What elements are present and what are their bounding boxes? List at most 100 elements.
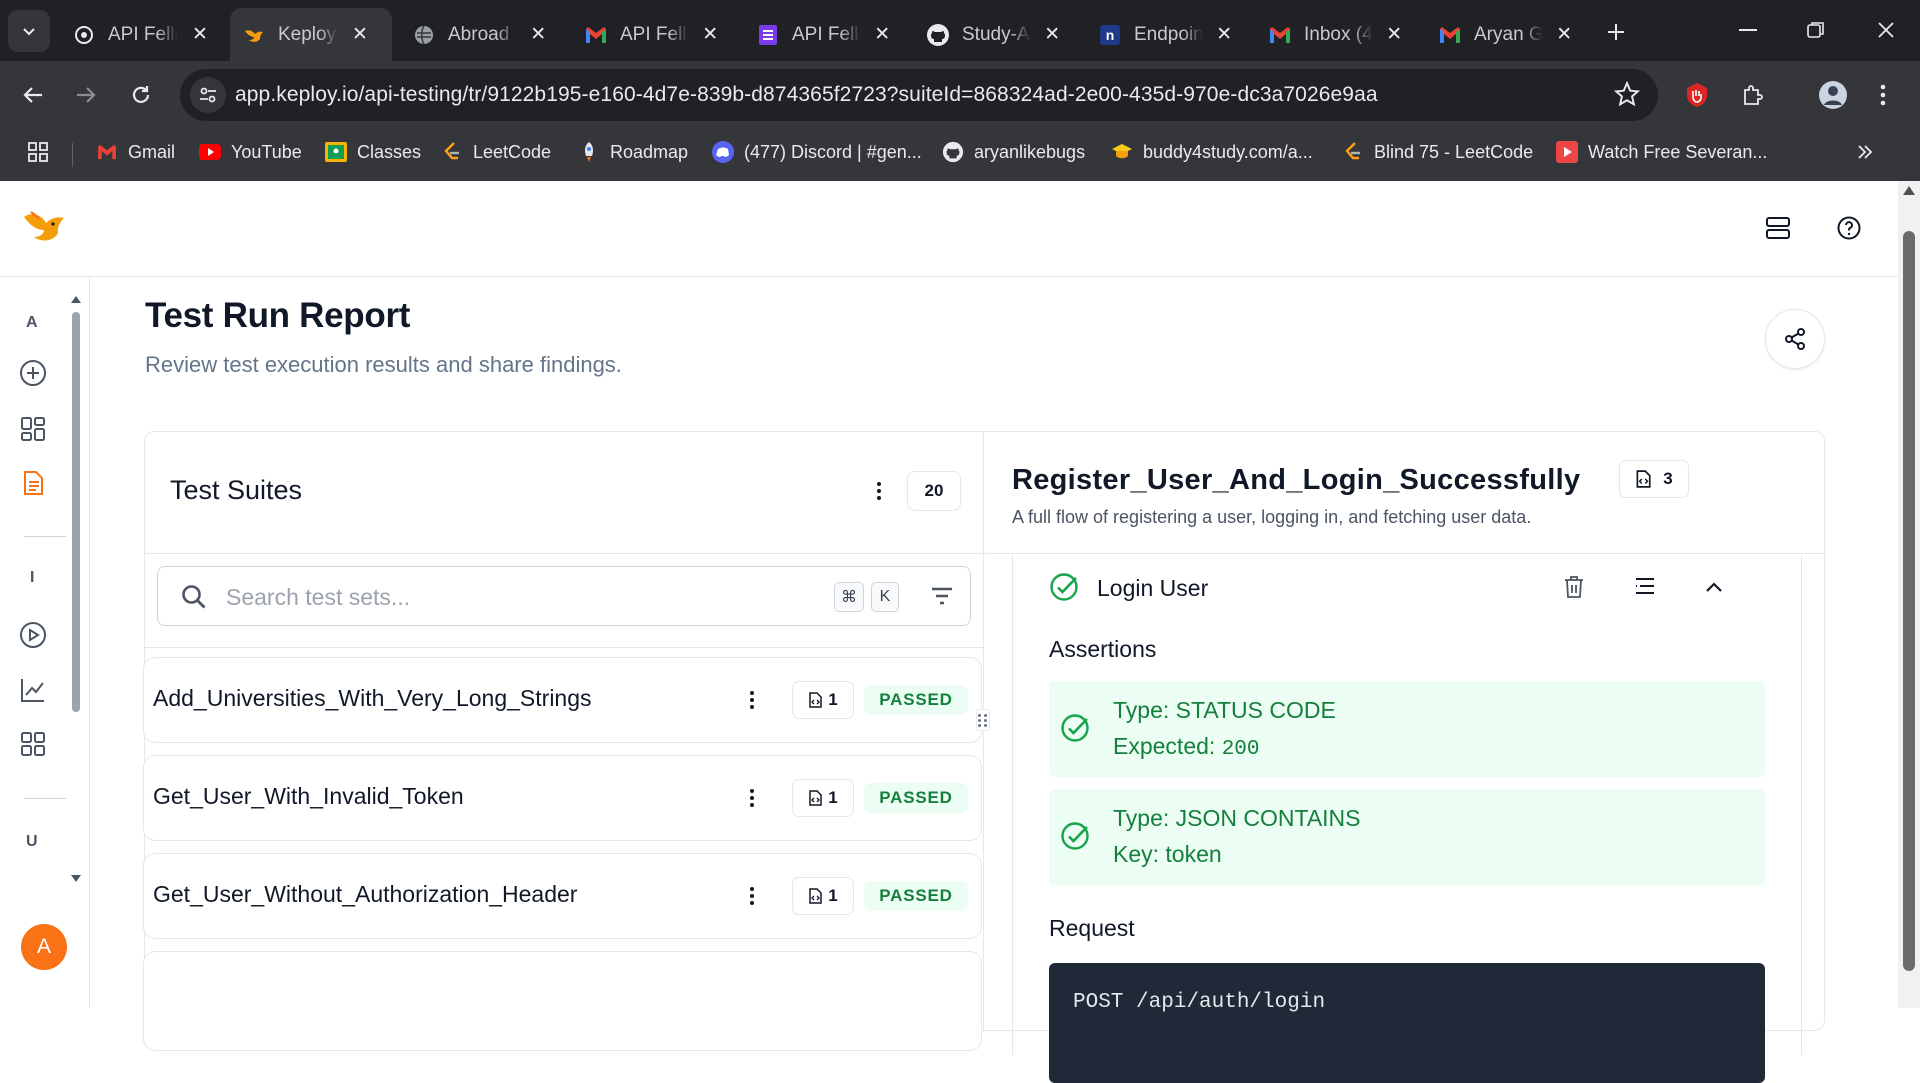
keploy-logo[interactable] <box>20 203 68 256</box>
restore-button[interactable] <box>1790 8 1842 52</box>
discord-icon <box>712 141 734 163</box>
test-suites-panel: Test Suites 20 ⌘ K Add_Universities_With… <box>143 432 990 1051</box>
browser-tab-active[interactable]: Keploy: Ap ✕ <box>230 8 392 61</box>
dashboard-icon[interactable] <box>18 414 48 444</box>
profile-avatar[interactable] <box>1813 75 1853 115</box>
extensions-puzzle-icon[interactable] <box>1733 75 1773 115</box>
apps-grid-icon[interactable] <box>27 141 49 163</box>
arrow-left-icon <box>23 87 42 103</box>
add-circle-icon[interactable] <box>18 358 48 388</box>
file-code-icon <box>809 888 823 904</box>
close-icon[interactable]: ✕ <box>527 23 550 47</box>
bookmark-leetcode[interactable]: LeetCode <box>441 141 551 163</box>
assertion-type: Type: STATUS CODE <box>1113 697 1336 723</box>
sidebar-scrollbar[interactable] <box>71 296 81 882</box>
play-circle-icon[interactable] <box>18 620 48 650</box>
close-icon[interactable]: ✕ <box>1213 23 1236 47</box>
test-suite-row[interactable]: Get_User_Without_Authorization_Header 1 … <box>143 853 982 939</box>
row-more-options-icon[interactable] <box>742 685 762 715</box>
chevron-up-icon[interactable] <box>1705 581 1723 593</box>
close-icon[interactable]: ✕ <box>188 23 212 47</box>
help-icon[interactable] <box>1836 215 1862 246</box>
bookmark-youtube[interactable]: YouTube <box>199 141 302 163</box>
bookmark-classes[interactable]: Classes <box>325 141 421 163</box>
browser-tab[interactable]: Aryan G ✕ <box>1426 8 1588 61</box>
request-code-block[interactable]: POST /api/auth/login <box>1049 963 1765 1083</box>
bookmark-github[interactable]: aryanlikebugs <box>942 141 1085 163</box>
browser-tab[interactable]: Study-Ab ✕ <box>914 8 1076 61</box>
sidebar-section-label: U <box>26 833 38 850</box>
leetcode-icon <box>1342 141 1364 163</box>
list-details-icon[interactable] <box>1634 575 1656 597</box>
apps-grid-icon[interactable] <box>18 729 48 759</box>
back-button[interactable] <box>13 75 53 115</box>
tab-search-button[interactable] <box>8 10 50 52</box>
report-document-icon[interactable] <box>18 468 48 498</box>
bookmark-discord[interactable]: (477) Discord | #gen... <box>712 141 922 163</box>
search-test-sets[interactable]: ⌘ K <box>157 566 971 626</box>
close-icon[interactable]: ✕ <box>699 23 722 47</box>
analytics-chart-icon[interactable] <box>18 675 48 705</box>
minimize-button[interactable] <box>1722 8 1774 52</box>
site-info-icon[interactable] <box>190 77 226 113</box>
browser-tab[interactable]: API Fello ✕ <box>744 8 906 61</box>
user-avatar[interactable]: A <box>21 924 67 970</box>
address-bar[interactable]: app.keploy.io/api-testing/tr/9122b195-e1… <box>180 69 1658 121</box>
tab-strip: API Fello ✕ Keploy: Ap ✕ Abroad ✕ API Fe… <box>0 0 1920 61</box>
assertion-item: Type: STATUS CODE Expected: 200 <box>1049 681 1765 777</box>
bookmark-gmail[interactable]: Gmail <box>96 141 175 163</box>
browser-tab[interactable]: API Fello ✕ <box>60 8 228 61</box>
file-code-icon <box>1636 470 1651 488</box>
bookmark-star-icon[interactable] <box>1613 80 1641 112</box>
browser-tab[interactable]: API Fello ✕ <box>572 8 734 61</box>
close-icon[interactable]: ✕ <box>1383 23 1406 47</box>
globe-icon <box>412 23 436 47</box>
trash-icon[interactable] <box>1563 575 1585 599</box>
tab-title: Endpoin <box>1134 23 1203 45</box>
reload-button[interactable] <box>121 75 161 115</box>
search-input[interactable] <box>226 579 786 615</box>
scroll-up-icon[interactable] <box>1903 186 1915 195</box>
extension-adblock-icon[interactable] <box>1677 75 1717 115</box>
page-scroll-thumb[interactable] <box>1903 231 1915 971</box>
browser-menu-icon[interactable] <box>1863 75 1903 115</box>
test-suite-row[interactable]: Add_Universities_With_Very_Long_Strings … <box>143 657 982 743</box>
bookmark-roadmap[interactable]: Roadmap <box>578 141 688 163</box>
bookmark-label: Classes <box>357 141 422 162</box>
app-header <box>0 181 1898 277</box>
scroll-thumb[interactable] <box>72 312 80 712</box>
request-code: POST /api/auth/login <box>1073 991 1326 1014</box>
new-tab-button[interactable] <box>1598 14 1634 50</box>
row-more-options-icon[interactable] <box>742 783 762 813</box>
tab-title: Keploy: Ap <box>278 23 338 45</box>
bookmark-buddy4study[interactable]: buddy4study.com/a... <box>1111 141 1313 163</box>
close-icon[interactable]: ✕ <box>1041 23 1064 47</box>
page-scrollbar[interactable] <box>1898 181 1920 1008</box>
filter-icon[interactable] <box>930 585 954 607</box>
close-icon[interactable]: ✕ <box>871 23 894 47</box>
browser-tab[interactable]: Inbox (4 ✕ <box>1256 8 1418 61</box>
close-window-button[interactable] <box>1860 8 1912 52</box>
test-suite-row[interactable]: Get_User_With_Invalid_Token 1 PASSED <box>143 755 982 841</box>
bookmark-blind75[interactable]: Blind 75 - LeetCode <box>1342 141 1533 163</box>
share-button[interactable] <box>1765 309 1825 369</box>
bookmark-watch[interactable]: Watch Free Severan... <box>1556 141 1767 163</box>
test-suite-row[interactable] <box>143 951 982 1051</box>
close-icon[interactable]: ✕ <box>348 23 372 47</box>
shortcut-cmd-key: ⌘ <box>834 582 864 612</box>
github-icon <box>926 23 950 47</box>
gmail-icon <box>1438 23 1462 47</box>
tab-title: API Fello <box>108 23 178 45</box>
row-more-options-icon[interactable] <box>742 881 762 911</box>
more-options-icon[interactable] <box>869 476 889 506</box>
browser-chrome: API Fello ✕ Keploy: Ap ✕ Abroad ✕ API Fe… <box>0 0 1920 181</box>
close-icon[interactable]: ✕ <box>1553 23 1576 47</box>
browser-tab[interactable]: Abroad ✕ <box>400 8 562 61</box>
browser-tab[interactable]: n Endpoin ✕ <box>1086 8 1248 61</box>
url-text[interactable]: app.keploy.io/api-testing/tr/9122b195-e1… <box>235 83 1378 107</box>
forward-button[interactable] <box>66 75 106 115</box>
github-icon <box>942 141 964 163</box>
more-bookmarks-icon[interactable] <box>1856 143 1874 161</box>
server-icon[interactable] <box>1765 215 1791 246</box>
bookmark-label: YouTube <box>231 141 302 162</box>
